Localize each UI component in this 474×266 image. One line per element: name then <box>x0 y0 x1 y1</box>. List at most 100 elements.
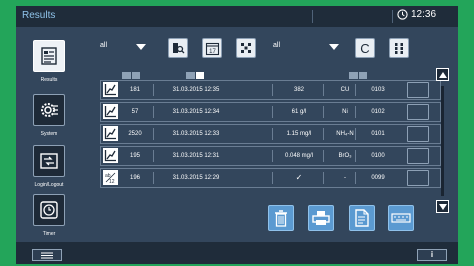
scroll-up-button[interactable] <box>436 68 449 81</box>
row-number: 195 <box>129 153 140 159</box>
column-divider <box>272 106 273 118</box>
page-title: Results <box>22 10 56 21</box>
row-number: 181 <box>129 87 140 93</box>
sidebar-item-label: System <box>40 131 58 137</box>
menu-button[interactable] <box>32 249 62 261</box>
clear-filter-button[interactable]: C <box>355 38 375 58</box>
row-select-box[interactable] <box>407 82 429 98</box>
sidebar-item-label: Timer <box>42 231 56 237</box>
table-row[interactable]: 57 31.03.2015 12:34 61 g/l Ni 0102 <box>100 102 441 122</box>
printer-icon <box>312 211 330 225</box>
column-divider <box>153 84 154 96</box>
chevron-up-icon <box>438 71 447 78</box>
sort-asc-icon <box>358 72 367 84</box>
menu-icon <box>41 252 53 258</box>
ab12-icon: ab 12 <box>103 170 118 185</box>
timer-icon <box>40 201 58 219</box>
row-code: 0099 <box>371 175 385 181</box>
sample-search-button[interactable] <box>168 38 188 58</box>
row-datetime: 31.03.2015 12:33 <box>172 131 220 137</box>
row-select-box[interactable] <box>407 148 429 164</box>
measurement-icon <box>103 104 118 119</box>
instrument-screen: Results 12:36 Results System Login/Logou… <box>16 6 458 264</box>
filter2-dropdown-icon[interactable] <box>329 44 339 50</box>
export-button[interactable] <box>349 205 375 231</box>
results-table: 181 31.03.2015 12:35 382 CU 0103 57 31.0… <box>100 80 441 190</box>
row-code: 0102 <box>371 109 385 115</box>
column-divider <box>153 150 154 162</box>
row-value: 0.048 mg/l <box>284 153 314 159</box>
filter2-value: all <box>273 42 281 49</box>
sort-asc-icon <box>131 72 140 84</box>
column-divider <box>153 106 154 118</box>
sort-desc-icon <box>122 72 131 84</box>
table-row[interactable]: ab 12 196 31.03.2015 12:29 ✓ - 0099 <box>100 168 441 188</box>
column-divider <box>272 150 273 162</box>
calendar-icon: 17 <box>205 42 219 55</box>
sort-asc-active-icon <box>195 72 204 84</box>
system-gear-icon <box>41 103 58 117</box>
parameter-filter-button[interactable] <box>236 38 256 58</box>
sort-desc-icon <box>349 72 358 84</box>
info-button[interactable]: i <box>417 249 447 261</box>
row-datetime: 31.03.2015 12:35 <box>172 87 220 93</box>
trash-icon <box>275 210 287 227</box>
row-select-box[interactable] <box>407 104 429 120</box>
row-number: 57 <box>131 109 139 115</box>
sidebar-item-results[interactable] <box>33 40 65 72</box>
column-divider <box>272 172 273 184</box>
row-number: 2520 <box>128 131 142 137</box>
column-divider <box>272 128 273 140</box>
scrollbar-track[interactable] <box>441 86 444 196</box>
results-icon <box>41 47 57 65</box>
bottom-bar: i <box>16 242 458 264</box>
table-row[interactable]: 195 31.03.2015 12:31 0.048 mg/l BrO₃ 010… <box>100 146 441 166</box>
row-value: 61 g/l <box>291 109 307 115</box>
scroll-down-button[interactable] <box>436 200 449 213</box>
row-value: 1.15 mg/l <box>286 131 312 137</box>
filter1-dropdown-icon[interactable] <box>136 44 146 50</box>
document-export-icon <box>355 209 369 227</box>
measurement-icon <box>103 148 118 163</box>
check-icon: ✓ <box>295 173 303 182</box>
delete-button[interactable] <box>268 205 294 231</box>
keyboard-button[interactable] <box>388 205 414 231</box>
table-row[interactable]: 181 31.03.2015 12:35 382 CU 0103 <box>100 80 441 100</box>
date-filter-button[interactable]: 17 <box>202 38 222 58</box>
login-logout-icon <box>40 153 58 169</box>
column-settings-button[interactable] <box>389 38 409 58</box>
calendar-day-text: 17 <box>209 49 216 55</box>
column-divider <box>272 84 273 96</box>
row-datetime: 31.03.2015 12:34 <box>172 109 220 115</box>
filter1-value: all <box>100 42 108 49</box>
sample-search-icon <box>173 43 185 54</box>
row-select-box[interactable] <box>407 170 429 186</box>
column-divider <box>153 172 154 184</box>
grid-icon <box>241 43 251 53</box>
sidebar-item-system[interactable] <box>33 94 65 126</box>
row-code: 0101 <box>371 131 385 137</box>
sidebar: Results System Login/Logout Timer <box>16 27 82 242</box>
chevron-down-icon <box>438 203 447 210</box>
table-row[interactable]: 2520 31.03.2015 12:33 1.15 mg/l NH₄-N 01… <box>100 124 441 144</box>
sidebar-item-timer[interactable] <box>33 194 65 226</box>
svg-text:12: 12 <box>109 179 115 184</box>
row-code: 0100 <box>371 153 385 159</box>
columns-icon <box>395 43 403 54</box>
sort-number-button[interactable] <box>122 72 140 84</box>
print-button[interactable] <box>308 205 334 231</box>
keyboard-icon <box>391 213 411 223</box>
sidebar-item-label: Login/Logout <box>34 182 64 188</box>
sort-date-button[interactable] <box>186 72 204 84</box>
row-value: 382 <box>293 87 304 93</box>
row-select-box[interactable] <box>407 126 429 142</box>
clock-time: 12:36 <box>411 9 437 20</box>
measurement-icon <box>103 126 118 141</box>
measurement-icon <box>103 82 118 97</box>
row-code: 0103 <box>371 87 385 93</box>
sidebar-item-login-logout[interactable] <box>33 145 65 177</box>
row-datetime: 31.03.2015 12:29 <box>172 175 220 181</box>
sort-desc-icon <box>186 72 195 84</box>
row-number: 196 <box>129 175 140 181</box>
sort-code-button[interactable] <box>349 72 367 84</box>
